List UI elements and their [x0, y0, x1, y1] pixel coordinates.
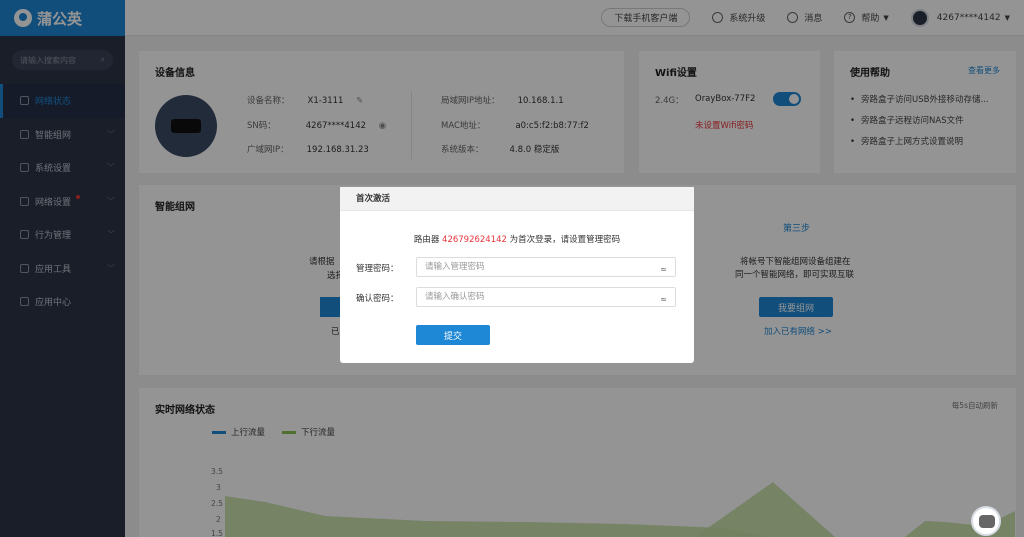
input-placeholder: 请输入管理密码 — [425, 262, 485, 272]
confirm-password-label: 确认密码： — [356, 294, 399, 304]
dialog-message: 路由器 426792624142 为首次登录，请设置管理密码 — [340, 233, 694, 245]
submit-button[interactable]: 提交 — [416, 325, 490, 345]
eye-closed-icon[interactable]: ≈ — [660, 291, 667, 309]
customer-service-robot-icon[interactable] — [971, 506, 1001, 536]
first-activation-dialog: 首次激活 路由器 426792624142 为首次登录，请设置管理密码 管理密码… — [340, 187, 694, 363]
eye-closed-icon[interactable]: ≈ — [660, 261, 667, 279]
dialog-title: 首次激活 — [340, 187, 694, 211]
confirm-password-input[interactable]: 请输入确认密码 ≈ — [416, 287, 676, 307]
router-code: 426792624142 — [442, 235, 507, 245]
input-placeholder: 请输入确认密码 — [425, 292, 485, 302]
message-suffix: 为首次登录，请设置管理密码 — [506, 235, 621, 245]
admin-password-label: 管理密码： — [356, 264, 399, 274]
message-prefix: 路由器 — [413, 235, 443, 245]
admin-password-input[interactable]: 请输入管理密码 ≈ — [416, 257, 676, 277]
